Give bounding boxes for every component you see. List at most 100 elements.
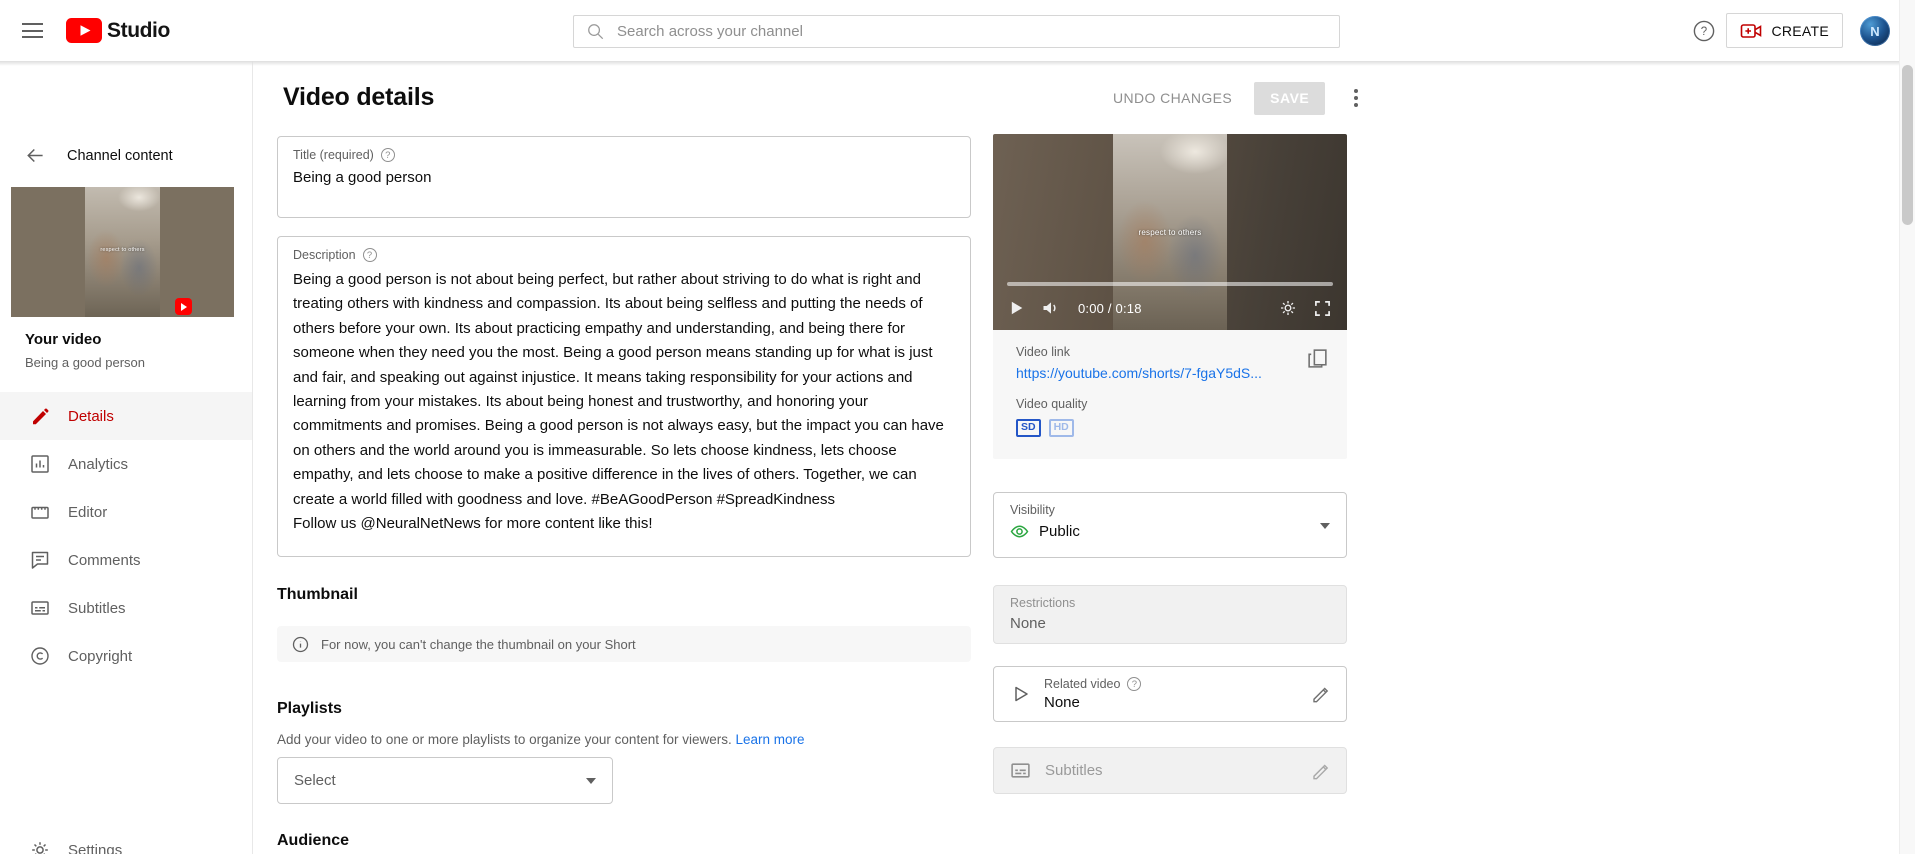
video-caption-overlay: respect to others [1113, 228, 1227, 237]
sidebar-item-comments[interactable]: Comments [0, 536, 252, 584]
scrollbar-thumb[interactable] [1902, 65, 1913, 225]
related-video-label: Related video [1044, 677, 1120, 691]
player-controls: 0:00 / 0:18 [993, 286, 1347, 330]
analytics-icon [30, 454, 50, 474]
account-avatar[interactable]: N [1860, 16, 1890, 46]
restrictions-label: Restrictions [1010, 596, 1330, 610]
sidebar-item-label: Subtitles [68, 600, 126, 617]
pencil-icon [30, 406, 50, 426]
fullscreen-icon[interactable] [1314, 300, 1331, 317]
time-display: 0:00 / 0:18 [1078, 301, 1142, 316]
create-button[interactable]: CREATE [1726, 13, 1843, 48]
sidebar-item-subtitles[interactable]: Subtitles [0, 584, 252, 632]
sidebar-item-copyright[interactable]: Copyright [0, 632, 252, 680]
description-value[interactable]: Being a good person is not about being p… [293, 268, 955, 536]
thumbnail-notice-text: For now, you can't change the thumbnail … [321, 637, 636, 652]
video-link-label: Video link [1016, 345, 1324, 359]
scrollbar-track[interactable] [1899, 0, 1915, 854]
hamburger-menu-icon[interactable] [22, 23, 43, 38]
help-icon[interactable]: ? [1693, 20, 1715, 42]
audience-heading: Audience [277, 832, 349, 850]
playlists-heading: Playlists [277, 700, 342, 718]
video-info-panel: Video link https://youtube.com/shorts/7-… [993, 330, 1347, 459]
chevron-down-icon [586, 778, 596, 784]
description-help-icon[interactable]: ? [363, 248, 377, 262]
chevron-down-icon [1320, 523, 1330, 529]
sidebar-item-label: Details [68, 408, 114, 425]
topbar: Studio ? CREATE N [0, 0, 1915, 61]
svg-text:?: ? [1701, 26, 1707, 38]
edit-pencil-icon[interactable] [1311, 760, 1332, 781]
title-help-icon[interactable]: ? [381, 148, 395, 162]
thumbnail-caption: respect to others [85, 247, 160, 253]
thumbnail-image: respect to others [85, 187, 160, 317]
sidebar-item-analytics[interactable]: Analytics [0, 440, 252, 488]
volume-icon[interactable] [1041, 299, 1061, 317]
avatar-initial: N [1870, 24, 1879, 39]
sidebar: Channel content respect to others Your v… [0, 61, 253, 854]
video-quality-label: Video quality [1016, 397, 1324, 411]
description-field[interactable]: Description ? Being a good person is not… [277, 236, 971, 557]
video-menu: Details Analytics Editor Comments [0, 392, 252, 680]
sidebar-item-label: Editor [68, 504, 107, 521]
description-label: Description [293, 248, 356, 262]
sidebar-item-label: Comments [68, 552, 141, 569]
hd-badge: HD [1049, 419, 1074, 437]
title-field[interactable]: Title (required) ? Being a good person [277, 136, 971, 218]
create-button-label: CREATE [1771, 23, 1829, 39]
related-video-box[interactable]: Related video ? None [993, 666, 1347, 722]
search-icon [586, 22, 605, 41]
copyright-icon [30, 646, 50, 666]
title-value[interactable]: Being a good person [293, 169, 955, 186]
more-options-icon[interactable] [1347, 89, 1365, 107]
back-to-channel-content[interactable]: Channel content [0, 145, 173, 166]
your-video-label: Your video [25, 331, 145, 348]
studio-wordmark: Studio [107, 19, 170, 43]
sidebar-item-label: Analytics [68, 456, 128, 473]
title-field-label-row: Title (required) ? [293, 148, 955, 162]
back-arrow-icon [24, 145, 45, 166]
editor-icon [30, 502, 50, 522]
related-help-icon[interactable]: ? [1127, 677, 1141, 691]
playlists-select[interactable]: Select [277, 757, 613, 804]
thumbnail-notice-banner: For now, you can't change the thumbnail … [277, 626, 971, 662]
edit-pencil-icon[interactable] [1311, 684, 1332, 705]
title-label: Title (required) [293, 148, 374, 162]
related-video-value: None [1044, 694, 1141, 711]
eye-icon [1010, 522, 1029, 541]
player-settings-icon[interactable] [1279, 299, 1297, 317]
learn-more-link[interactable]: Learn more [736, 732, 805, 747]
sidebar-item-label: Settings [68, 842, 122, 854]
search-input[interactable] [617, 23, 1327, 40]
sidebar-item-details[interactable]: Details [0, 392, 252, 440]
channel-search[interactable] [573, 15, 1340, 48]
description-field-label-row: Description ? [293, 248, 955, 262]
playlists-select-value: Select [294, 772, 336, 789]
youtube-play-icon [66, 18, 102, 43]
thumbnail-heading: Thumbnail [277, 586, 358, 604]
undo-changes-button[interactable]: UNDO CHANGES [1113, 90, 1232, 106]
save-button[interactable]: SAVE [1254, 82, 1325, 115]
playlists-hint-text: Add your video to one or more playlists … [277, 732, 732, 747]
visibility-dropdown[interactable]: Visibility Public [993, 492, 1347, 558]
gear-icon [30, 840, 50, 854]
create-video-icon [1740, 20, 1762, 42]
video-player[interactable]: respect to others 0:00 / 0:18 [993, 134, 1347, 330]
header-shadow [0, 61, 1915, 66]
video-player-card: respect to others 0:00 / 0:18 [993, 134, 1347, 459]
video-link[interactable]: https://youtube.com/shorts/7-fgaY5dS... [1016, 365, 1276, 381]
video-thumbnail: respect to others [11, 187, 234, 317]
header-actions: UNDO CHANGES SAVE [1113, 81, 1365, 115]
youtube-studio-app: Studio ? CREATE N Channel content [0, 0, 1915, 854]
sidebar-item-settings[interactable]: Settings [0, 826, 252, 854]
youtube-studio-logo[interactable]: Studio [66, 18, 170, 43]
quality-badges: SD HD [1016, 419, 1324, 437]
sidebar-item-editor[interactable]: Editor [0, 488, 252, 536]
comments-icon [30, 550, 50, 570]
copy-icon[interactable] [1306, 347, 1329, 375]
play-outline-icon [1010, 684, 1030, 704]
shorts-icon [175, 298, 192, 315]
play-icon[interactable] [1009, 300, 1024, 316]
subtitles-box-icon [1010, 760, 1031, 781]
visibility-value: Public [1039, 523, 1080, 540]
